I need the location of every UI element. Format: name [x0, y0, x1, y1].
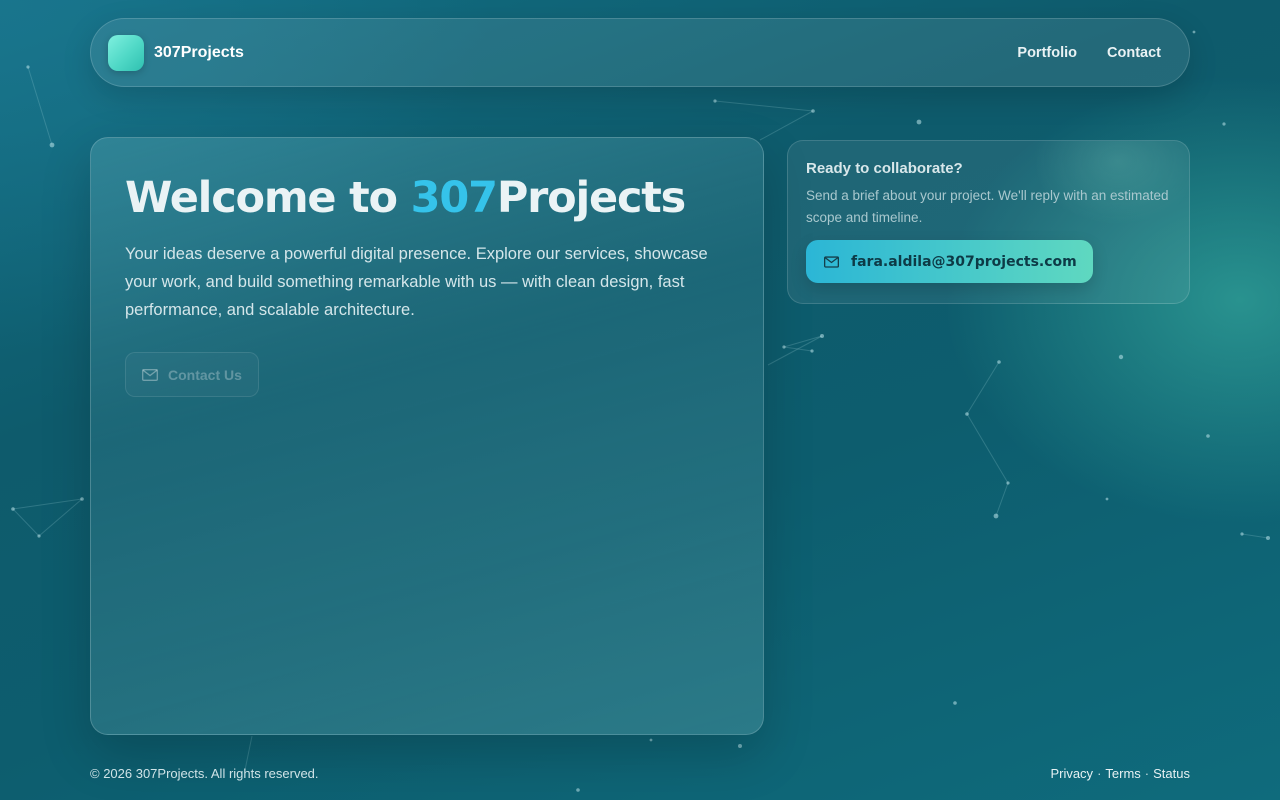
footer-separator: · — [1097, 766, 1102, 781]
nav-link-portfolio[interactable]: Portfolio — [1017, 45, 1077, 61]
nav-link-contact[interactable]: Contact — [1107, 45, 1161, 61]
hero-description: Your ideas deserve a powerful digital pr… — [125, 245, 708, 319]
collaborate-title: Ready to collaborate? — [806, 160, 963, 177]
collaborate-description: Send a brief about your project. We'll r… — [806, 188, 1169, 225]
contact-us-label: Contact Us — [168, 366, 242, 383]
email-label: fara.aldila@307projects.com — [851, 253, 1077, 270]
nav-links: Portfolio Contact — [1017, 45, 1161, 61]
email-button[interactable]: fara.aldila@307projects.com — [806, 240, 1093, 283]
hero-title: Welcome to 307Projects — [125, 172, 729, 224]
logo-icon[interactable] — [108, 34, 144, 71]
footer-copyright: © 2026 307Projects. All rights reserved. — [90, 766, 319, 781]
mail-icon — [142, 368, 158, 381]
hero-title-suffix: Projects — [496, 173, 686, 223]
footer-link-status[interactable]: Status — [1153, 766, 1190, 781]
footer-links: Privacy · Terms · Status — [1050, 766, 1190, 781]
hero-card: Welcome to 307Projects Your ideas deserv… — [90, 137, 764, 735]
collaborate-card: Ready to collaborate? Send a brief about… — [787, 140, 1190, 304]
footer-link-terms[interactable]: Terms — [1105, 766, 1140, 781]
top-navbar: 307Projects Portfolio Contact — [90, 18, 1190, 87]
footer-link-privacy[interactable]: Privacy — [1050, 766, 1093, 781]
footer-separator: · — [1144, 766, 1150, 781]
hero-title-prefix: Welcome to — [125, 173, 411, 223]
contact-us-button[interactable]: Contact Us — [125, 352, 259, 397]
brand-name[interactable]: 307Projects — [154, 44, 244, 62]
mail-icon — [824, 255, 839, 268]
hero-title-accent: 307 — [410, 173, 498, 223]
